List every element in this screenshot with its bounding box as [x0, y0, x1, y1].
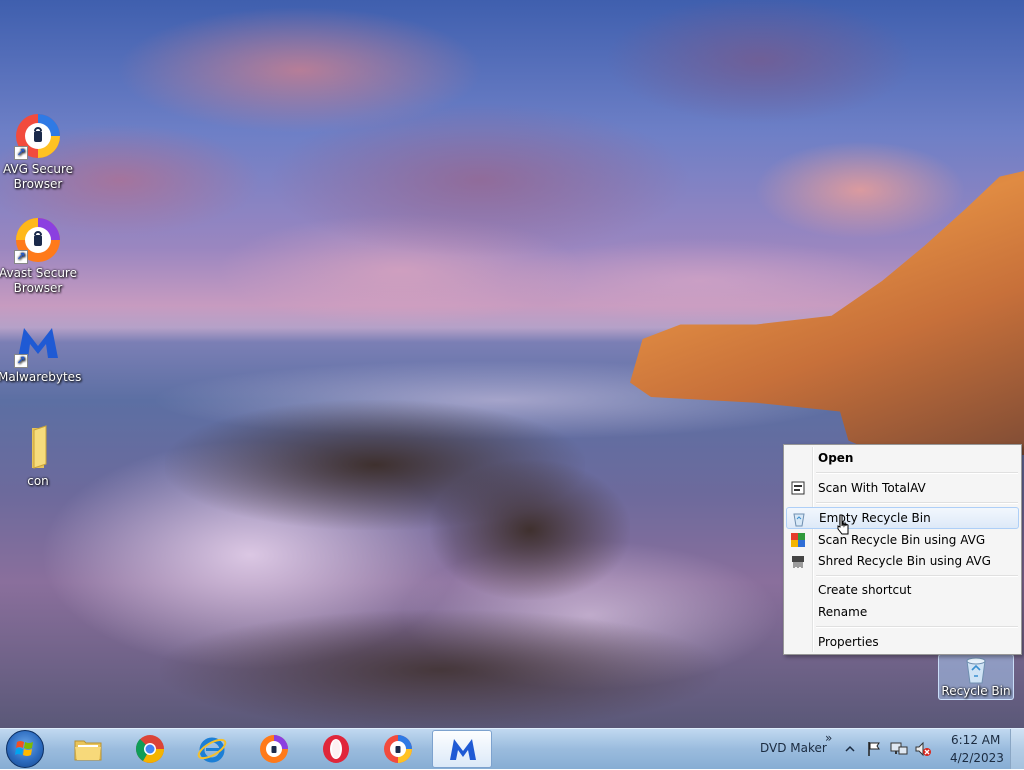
desktop-icon-label: AVG Secure Browser	[2, 162, 74, 191]
context-menu: Open Scan With TotalAV Empty Recycle Bin…	[783, 444, 1022, 655]
taskbar-file-explorer[interactable]	[58, 730, 118, 768]
show-hidden-icons-icon[interactable]	[845, 743, 855, 753]
menu-separator	[816, 472, 1018, 474]
desktop-icon-malwarebytes[interactable]: ↗ Malwarebytes	[0, 320, 82, 385]
network-icon[interactable]	[890, 741, 908, 757]
menu-item-properties[interactable]: Properties	[786, 631, 1019, 653]
taskbar-opera[interactable]	[306, 730, 366, 768]
desktop-icon-avast-secure-browser[interactable]: ↗ Avast Secure Browser	[0, 216, 78, 296]
menu-item-open[interactable]: Open	[786, 447, 1019, 469]
opera-icon	[320, 733, 352, 765]
menu-item-label: Scan With TotalAV	[818, 481, 926, 495]
clock-time[interactable]: 6:12 AM	[951, 733, 1000, 747]
dvd-maker-toolbar[interactable]: DVD Maker	[760, 741, 827, 755]
taskbar: DVD Maker » 6:12 AM 4/2/2023	[0, 728, 1024, 769]
desktop-icon-con-folder[interactable]: con	[0, 424, 78, 489]
desktop-icon-recycle-bin[interactable]: Recycle Bin	[938, 654, 1014, 700]
menu-item-label: Open	[818, 451, 854, 465]
menu-item-label: Rename	[818, 605, 868, 619]
taskbar-internet-explorer[interactable]	[182, 730, 242, 768]
avg-browser-icon	[382, 733, 414, 765]
recycle-bin-label: Recycle Bin	[941, 684, 1011, 698]
menu-item-shred-recycle-bin-avg[interactable]: Shred Recycle Bin using AVG	[786, 550, 1019, 572]
ie-icon	[196, 733, 228, 765]
chrome-icon	[134, 733, 166, 765]
desktop-icon-avg-secure-browser[interactable]: ↗ AVG Secure Browser	[0, 112, 78, 192]
folder-icon	[72, 733, 104, 765]
shredder-icon	[790, 553, 806, 569]
menu-item-label: Properties	[818, 635, 879, 649]
malwarebytes-icon	[447, 734, 479, 766]
folder-icon	[14, 424, 62, 472]
desktop-icon-label: con	[27, 474, 49, 488]
avast-browser-icon	[258, 733, 290, 765]
avast-browser-icon: ↗	[14, 216, 62, 264]
taskbar-avg-browser[interactable]	[368, 730, 428, 768]
taskbar-malwarebytes[interactable]	[432, 730, 492, 768]
mouse-cursor-icon	[836, 514, 850, 536]
menu-separator	[816, 575, 1018, 577]
volume-muted-icon[interactable]	[914, 741, 932, 757]
windows-start-icon[interactable]	[6, 730, 44, 768]
menu-item-label: Create shortcut	[818, 583, 912, 597]
menu-item-scan-recycle-bin-avg[interactable]: Scan Recycle Bin using AVG	[786, 529, 1019, 551]
desktop-icon-label: Avast Secure Browser	[0, 266, 77, 295]
taskbar-chrome[interactable]	[120, 730, 180, 768]
desktop-icon-label: Malwarebytes	[0, 370, 82, 384]
avg-browser-icon: ↗	[14, 112, 62, 160]
recycle-bin-icon	[960, 656, 992, 684]
totalav-icon	[790, 480, 806, 496]
menu-separator	[816, 502, 1018, 504]
recycle-bin-small-icon	[791, 511, 807, 527]
menu-separator	[816, 626, 1018, 628]
menu-item-label: Shred Recycle Bin using AVG	[818, 554, 991, 568]
menu-item-rename[interactable]: Rename	[786, 601, 1019, 623]
show-desktop-button[interactable]	[1010, 729, 1024, 769]
avg-icon	[790, 532, 806, 548]
toolbar-chevron-icon[interactable]: »	[825, 731, 832, 745]
menu-item-empty-recycle-bin[interactable]: Empty Recycle Bin	[786, 507, 1019, 529]
taskbar-avast-browser[interactable]	[244, 730, 304, 768]
menu-item-scan-with-totalav[interactable]: Scan With TotalAV	[786, 477, 1019, 499]
clock-date[interactable]: 4/2/2023	[950, 751, 1004, 765]
malwarebytes-icon: ↗	[14, 320, 62, 368]
action-center-flag-icon[interactable]	[866, 741, 882, 757]
menu-item-create-shortcut[interactable]: Create shortcut	[786, 579, 1019, 601]
